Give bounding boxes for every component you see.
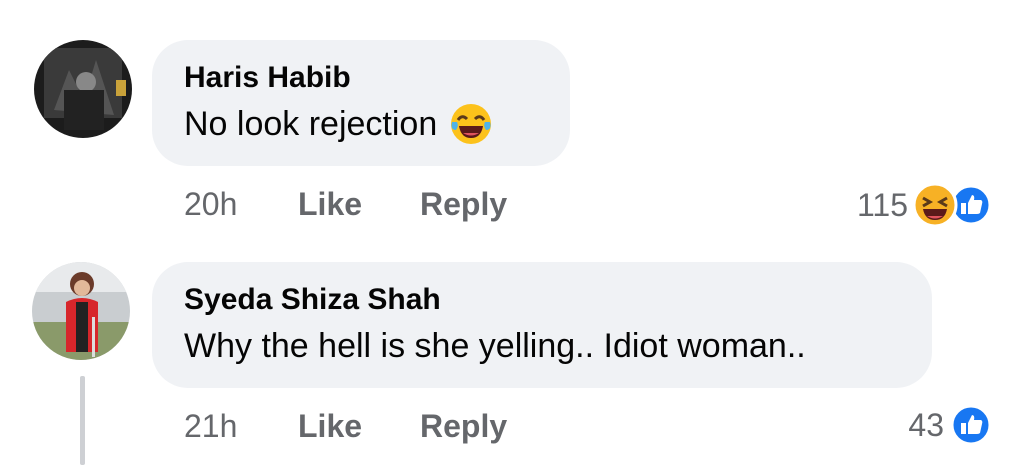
comment-bubble: Syeda Shiza Shah Why the hell is she yel… xyxy=(152,262,932,388)
like-button[interactable]: Like xyxy=(298,408,420,445)
laughing-crying-emoji-icon xyxy=(449,102,493,146)
reaction-count: 43 xyxy=(908,406,944,443)
comment-actions: 21h Like Reply xyxy=(184,408,507,445)
comment-timestamp[interactable]: 20h xyxy=(184,186,298,223)
reply-thread-line xyxy=(80,376,85,465)
like-button[interactable]: Like xyxy=(298,186,420,223)
comment-text-content: No look rejection xyxy=(184,105,438,143)
like-reaction-icon xyxy=(950,404,992,446)
reaction-summary[interactable]: 43 xyxy=(908,404,992,446)
haha-reaction-icon xyxy=(912,182,958,228)
comment-text: No look rejection xyxy=(184,100,536,148)
reaction-summary[interactable]: 115 xyxy=(857,182,992,228)
reply-button[interactable]: Reply xyxy=(420,408,507,445)
reply-button[interactable]: Reply xyxy=(420,186,507,223)
comment-timestamp[interactable]: 21h xyxy=(184,408,298,445)
comment-actions: 20h Like Reply xyxy=(184,186,507,223)
reaction-count: 115 xyxy=(856,186,908,223)
avatar-syeda-shiza-shah[interactable] xyxy=(32,262,130,360)
comment-text: Why the hell is she yelling.. Idiot woma… xyxy=(184,327,806,365)
comment-bubble: Haris Habib No look rejection xyxy=(152,40,570,166)
comment-author[interactable]: Syeda Shiza Shah xyxy=(184,280,898,320)
avatar-haris-habib[interactable] xyxy=(34,40,132,138)
comment-author[interactable]: Haris Habib xyxy=(184,58,536,98)
